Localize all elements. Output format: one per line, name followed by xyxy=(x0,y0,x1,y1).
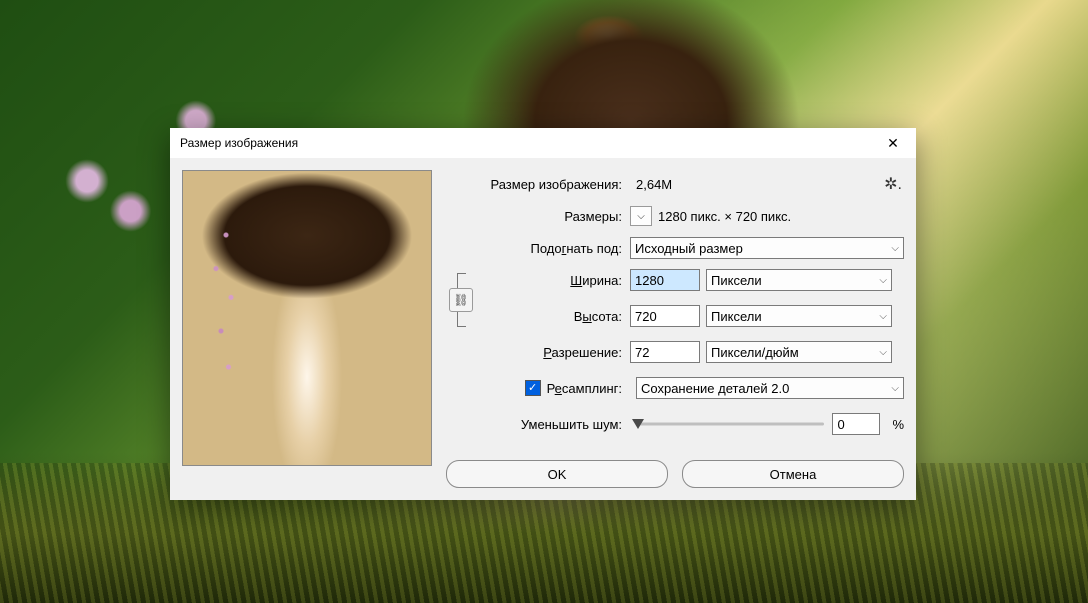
link-bracket: ⛓ xyxy=(452,272,470,328)
resample-label: Ресамплинг: xyxy=(547,381,622,396)
fit-label: Подогнать под: xyxy=(446,241,630,256)
resample-checkbox[interactable]: ✓ xyxy=(525,380,541,396)
gear-icon[interactable]: ✲. xyxy=(884,174,904,194)
imagesize-value: 2,64M xyxy=(630,177,672,192)
dimensions-flyout-button[interactable]: ⌵ xyxy=(630,206,652,226)
chevron-down-icon: ⌵ xyxy=(637,211,645,222)
chevron-down-icon: ⌵ xyxy=(891,243,899,254)
resample-method-select[interactable]: Сохранение деталей 2.0 ⌵ xyxy=(636,377,904,399)
dimensions-value: 1280 пикс. × 720 пикс. xyxy=(658,209,791,224)
button-bar: OK Отмена xyxy=(446,442,904,488)
close-icon: ✕ xyxy=(887,135,899,152)
reduce-noise-label: Уменьшить шум: xyxy=(446,417,630,432)
cancel-button[interactable]: Отмена xyxy=(682,460,904,488)
chevron-down-icon: ⌵ xyxy=(879,275,887,286)
ok-button[interactable]: OK xyxy=(446,460,668,488)
height-label: Высота: xyxy=(476,309,630,324)
resolution-unit-select[interactable]: Пиксели/дюйм ⌵ xyxy=(706,341,892,363)
controls-panel: Размер изображения: 2,64M ✲. Размеры: ⌵ … xyxy=(446,170,904,488)
width-label: Ширина: xyxy=(476,273,630,288)
reduce-noise-slider[interactable] xyxy=(638,414,824,434)
close-button[interactable]: ✕ xyxy=(870,128,916,158)
width-unit-select[interactable]: Пиксели ⌵ xyxy=(706,269,892,291)
fit-select[interactable]: Исходный размер ⌵ xyxy=(630,237,904,259)
width-input[interactable] xyxy=(630,269,700,291)
link-icon: ⛓ xyxy=(453,293,468,307)
dialog-body: Размер изображения: 2,64M ✲. Размеры: ⌵ … xyxy=(170,158,916,500)
slider-track xyxy=(638,423,824,426)
chevron-down-icon: ⌵ xyxy=(879,347,887,358)
constrain-proportions-button[interactable]: ⛓ xyxy=(449,288,473,312)
imagesize-label: Размер изображения: xyxy=(446,177,630,192)
reduce-noise-input[interactable] xyxy=(832,413,880,435)
titlebar[interactable]: Размер изображения ✕ xyxy=(170,128,916,158)
resample-label-cell: ✓ Ресамплинг: xyxy=(446,380,630,396)
dimensions-label: Размеры: xyxy=(446,209,630,224)
dialog-title: Размер изображения xyxy=(180,136,298,150)
preview-thumbnail[interactable] xyxy=(182,170,432,466)
height-input[interactable] xyxy=(630,305,700,327)
resolution-label: Разрешение: xyxy=(446,345,630,360)
image-size-dialog: Размер изображения ✕ Размер изображения:… xyxy=(170,128,916,500)
percent-suffix: % xyxy=(892,417,904,432)
chevron-down-icon: ⌵ xyxy=(879,311,887,322)
height-unit-select[interactable]: Пиксели ⌵ xyxy=(706,305,892,327)
slider-thumb[interactable] xyxy=(632,419,644,429)
chevron-down-icon: ⌵ xyxy=(891,383,899,394)
resolution-input[interactable] xyxy=(630,341,700,363)
fit-select-value: Исходный размер xyxy=(635,241,743,256)
